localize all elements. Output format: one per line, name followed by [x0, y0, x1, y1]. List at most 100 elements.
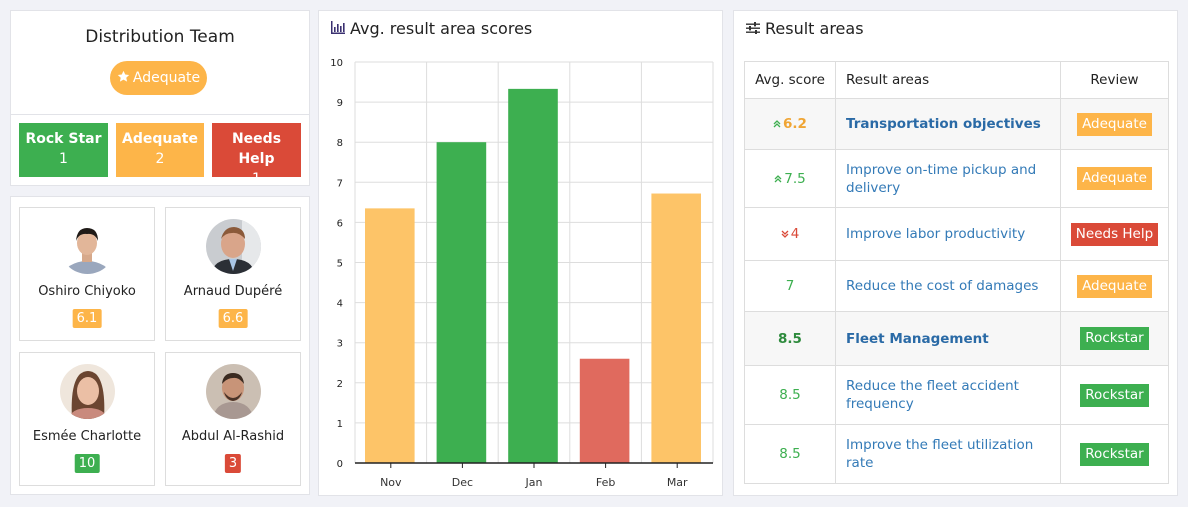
chevron-double-down-icon	[781, 230, 789, 241]
result-area-cell: Transportation objectives	[835, 98, 1061, 150]
stat-label: Adequate	[122, 131, 198, 147]
y-tick-label: 2	[337, 379, 343, 390]
member-card[interactable]: Arnaud Dupéré 6.6	[165, 207, 301, 341]
review-cell: Adequate	[1060, 149, 1169, 208]
review-cell: Rockstar	[1060, 424, 1169, 484]
review-badge[interactable]: Rockstar	[1080, 383, 1149, 407]
bar-mar	[651, 193, 701, 463]
result-area-link[interactable]: Improve on-time pickup and delivery	[846, 162, 1036, 196]
result-area-cell: Reduce the fleet accident frequency	[835, 365, 1061, 425]
table-header-row: Avg. score Result areas Review	[744, 61, 1169, 99]
bar-feb	[579, 358, 630, 463]
member-name: Arnaud Dupéré	[183, 284, 283, 299]
table-row: 4 Improve labor productivity Needs Help	[744, 207, 1169, 261]
y-tick-label: 7	[337, 178, 343, 189]
stat-adequate[interactable]: Adequate 2	[116, 123, 204, 177]
table-row: 8.5 Reduce the fleet accident frequency Ro…	[744, 365, 1169, 425]
result-area-link[interactable]: Reduce the fleet accident frequency	[846, 378, 1019, 412]
table-row: 7 Reduce the cost of damages Adequate	[744, 260, 1169, 312]
star-icon	[117, 70, 130, 87]
review-badge[interactable]: Adequate	[1077, 274, 1152, 298]
result-areas-card: Result areas Avg. score Result areas Rev…	[733, 10, 1178, 496]
header-result-areas[interactable]: Result areas	[835, 61, 1061, 99]
result-area-link[interactable]: Reduce the cost of damages	[846, 278, 1038, 294]
avg-score-value: 8.5	[779, 387, 801, 403]
team-title: Distribution Team	[85, 27, 235, 47]
bar-chart: 0 1 2 3 4 5 6 7 8 9 10 Nov Dec Jan Feb Mar	[330, 58, 714, 489]
stat-count: 1	[252, 171, 261, 187]
stat-rockstar[interactable]: Rock Star 1	[19, 123, 108, 177]
y-tick-label: 10	[330, 58, 343, 69]
result-areas-title-text: Result areas	[765, 19, 864, 38]
stat-count: 2	[155, 151, 165, 167]
avg-score-cell: 8.5	[744, 424, 836, 484]
review-cell: Needs Help	[1060, 207, 1169, 261]
bar-nov	[365, 208, 415, 463]
team-summary-card: Distribution Team Adequate Rock Star 1 A…	[10, 10, 310, 187]
review-badge[interactable]: Adequate	[1077, 112, 1152, 136]
result-area-cell: Improve on-time pickup and delivery	[835, 149, 1061, 208]
y-tick-label: 9	[337, 98, 343, 109]
avg-score-value: 6.2	[783, 116, 807, 132]
header-review[interactable]: Review	[1060, 61, 1169, 99]
y-tick-label: 5	[337, 259, 343, 270]
review-badge[interactable]: Rockstar	[1080, 442, 1149, 466]
member-card[interactable]: Abdul Al-Rashid 3	[165, 352, 301, 486]
review-badge[interactable]: Needs Help	[1070, 222, 1159, 246]
stat-label: Rock Star	[25, 131, 102, 147]
avg-score-value: 4	[790, 226, 800, 242]
result-area-cell: Improve labor productivity	[835, 207, 1061, 261]
review-badge[interactable]: Rockstar	[1080, 327, 1149, 350]
result-areas-title: Result areas	[746, 19, 864, 38]
avatar	[60, 219, 115, 274]
table-row: 7.5 Improve on-time pickup and delivery Ad…	[744, 149, 1169, 208]
x-tick-label: Nov	[380, 476, 402, 489]
avatar	[206, 364, 261, 419]
header-avg-score[interactable]: Avg. score	[744, 61, 836, 99]
member-score-badge: 10	[74, 454, 100, 473]
stat-count: 1	[59, 151, 68, 167]
result-area-cell: Fleet Management	[835, 311, 1061, 366]
avg-score-cell: 8.5	[744, 311, 836, 366]
table-group-row: 6.2 Transportation objectives Adequate	[744, 98, 1169, 150]
avatar	[60, 364, 115, 419]
member-score-badge: 6.6	[218, 309, 248, 328]
stat-needs-help[interactable]: Needs Help 1	[212, 123, 301, 187]
y-tick-label: 0	[337, 459, 343, 470]
avg-score-cell: 7.5	[744, 149, 836, 208]
result-area-link[interactable]: Transportation objectives	[846, 116, 1041, 132]
x-tick-label: Mar	[667, 476, 688, 489]
member-name: Esmée Charlotte	[32, 429, 142, 444]
member-name: Abdul Al-Rashid	[181, 429, 285, 444]
x-tick-label: Dec	[452, 476, 473, 489]
chevron-double-up-icon	[774, 174, 782, 186]
sliders-icon	[746, 19, 760, 38]
x-tick-label: Feb	[596, 476, 615, 489]
result-area-link[interactable]: Improve the fleet utilization rate	[846, 437, 1033, 471]
team-members-card: Oshiro Chiyoko 6.1 Arnaud Dupéré 6.6 Esm…	[10, 196, 310, 495]
divider	[11, 114, 309, 115]
avg-score-value: 8.5	[778, 330, 802, 347]
x-tick-label: Jan	[525, 476, 543, 489]
result-area-link[interactable]: Fleet Management	[846, 331, 989, 347]
review-badge[interactable]: Adequate	[1077, 167, 1152, 190]
avg-score-cell: 8.5	[744, 365, 836, 425]
avg-score-value: 7.5	[784, 170, 806, 187]
result-areas-table: Avg. score Result areas Review 6.2 Transp…	[744, 61, 1169, 484]
result-area-cell: Improve the fleet utilization rate	[835, 424, 1061, 484]
table-group-row: 8.5 Fleet Management Rockstar	[744, 311, 1169, 366]
avg-score-value: 7	[785, 278, 795, 294]
member-card[interactable]: Oshiro Chiyoko 6.1	[19, 207, 155, 341]
avg-score-value: 8.5	[779, 446, 801, 462]
member-score-badge: 6.1	[72, 309, 102, 328]
avg-score-cell: 6.2	[744, 98, 836, 150]
member-name: Oshiro Chiyoko	[38, 284, 136, 299]
avatar	[206, 219, 261, 274]
y-tick-label: 8	[337, 138, 343, 149]
review-cell: Adequate	[1060, 98, 1169, 150]
result-area-cell: Reduce the cost of damages	[835, 260, 1061, 312]
stat-label: Needs Help	[231, 131, 282, 167]
result-area-link[interactable]: Improve labor productivity	[846, 226, 1025, 242]
member-score-badge: 3	[224, 454, 242, 473]
member-card[interactable]: Esmée Charlotte 10	[19, 352, 155, 486]
